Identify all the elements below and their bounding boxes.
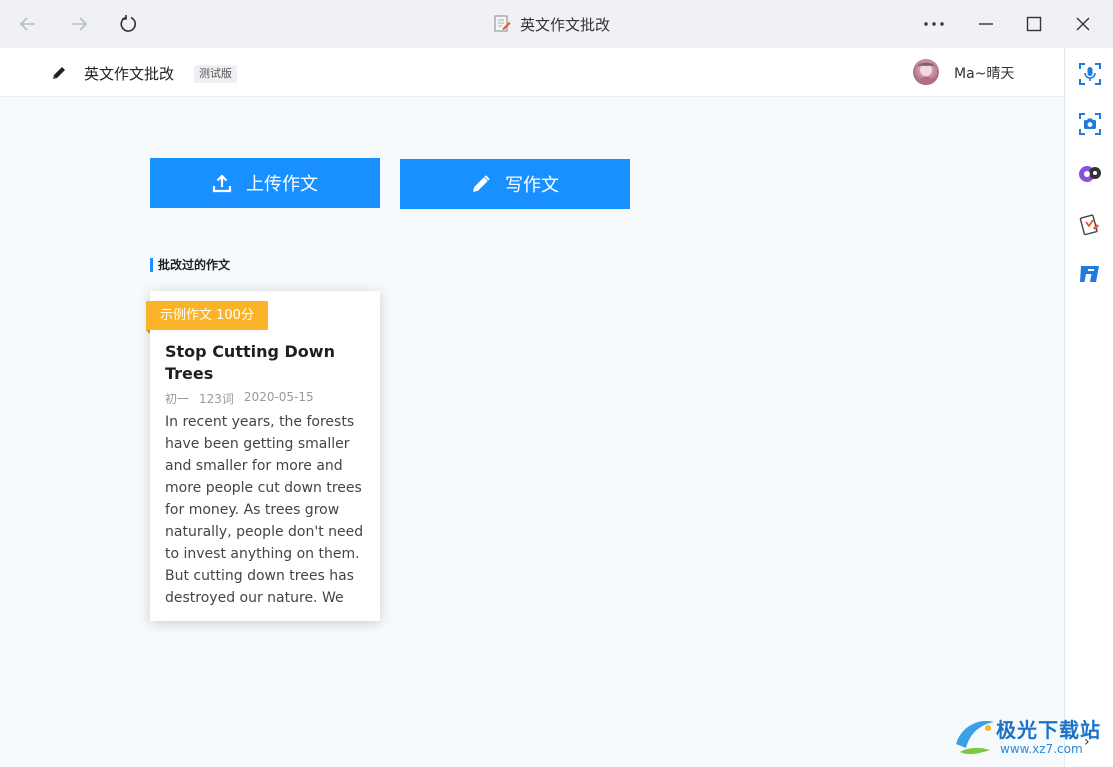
app-logo-icon bbox=[1080, 266, 1099, 282]
username[interactable]: Ma~晴天 bbox=[954, 63, 1014, 83]
watermark-title: 极光下载站 bbox=[996, 718, 1101, 742]
pencil-icon bbox=[53, 67, 65, 79]
window-title-text: 英文作文批改 bbox=[520, 15, 611, 34]
avatar-image bbox=[916, 62, 936, 85]
essay-excerpt: In recent years, the forests have been g… bbox=[165, 414, 364, 606]
close-button[interactable] bbox=[1069, 10, 1097, 38]
upload-essay-label: 上传作文 bbox=[246, 174, 318, 195]
essay-card-icon bbox=[1079, 214, 1099, 236]
close-icon bbox=[1076, 17, 1090, 31]
upload-essay-button[interactable]: 上传作文 bbox=[150, 158, 380, 208]
maximize-button[interactable] bbox=[1020, 10, 1048, 38]
voice-scan-icon bbox=[1079, 63, 1101, 85]
beta-badge: 测试版 bbox=[194, 65, 237, 83]
sidebar-item-voice[interactable] bbox=[1077, 61, 1103, 87]
app-header: 英文作文批改 测试版 Ma~晴天 bbox=[0, 48, 1064, 97]
write-essay-button[interactable]: 写作文 bbox=[400, 159, 630, 209]
watermark: 极光下载站 www.xz7.com bbox=[952, 712, 1112, 764]
essay-grade: 初一 bbox=[165, 392, 190, 406]
sample-essay-tag: 示例作文 100分 bbox=[146, 301, 268, 334]
document-icon bbox=[494, 15, 511, 32]
watermark-url: www.xz7.com bbox=[1000, 742, 1083, 756]
minimize-button[interactable] bbox=[972, 10, 1000, 38]
right-sidebar: › bbox=[1064, 48, 1113, 767]
section-title: 批改过的作文 bbox=[150, 258, 230, 272]
reload-button[interactable] bbox=[112, 8, 144, 40]
title-bar: 英文作文批改 bbox=[0, 0, 1113, 48]
maximize-icon bbox=[1026, 16, 1042, 32]
upload-icon bbox=[212, 174, 232, 193]
write-essay-label: 写作文 bbox=[505, 175, 559, 196]
essay-word-count: 123词 bbox=[199, 392, 234, 406]
essay-title: Stop Cutting Down Trees bbox=[165, 342, 335, 383]
sidebar-item-assistant[interactable] bbox=[1077, 161, 1103, 187]
sidebar-item-essay[interactable] bbox=[1077, 211, 1103, 237]
back-button[interactable] bbox=[12, 8, 44, 40]
essay-date: 2020-05-15 bbox=[243, 390, 314, 404]
arrow-right-icon bbox=[72, 17, 88, 31]
more-dots-icon bbox=[924, 22, 944, 26]
forward-button[interactable] bbox=[63, 8, 95, 40]
minimize-icon bbox=[979, 23, 993, 25]
window-title: 英文作文批改 bbox=[492, 12, 610, 36]
arrow-left-icon bbox=[19, 17, 35, 31]
avatar[interactable] bbox=[913, 59, 939, 85]
more-button[interactable] bbox=[920, 10, 948, 38]
essay-meta: 初一 123词 2020-05-15 bbox=[165, 390, 314, 407]
app-title: 英文作文批改 bbox=[84, 65, 175, 83]
watermark-logo bbox=[956, 720, 994, 755]
main-content: 上传作文 写作文 批改过的作文 示例作文 100分 Stop Cutting D… bbox=[0, 97, 1064, 767]
pencil-icon bbox=[473, 175, 490, 192]
camera-scan-icon bbox=[1079, 113, 1101, 135]
assistant-icon bbox=[1079, 166, 1101, 182]
reload-icon bbox=[120, 15, 137, 32]
sidebar-item-app[interactable] bbox=[1077, 261, 1103, 287]
sidebar-item-camera[interactable] bbox=[1077, 111, 1103, 137]
essay-card[interactable]: 示例作文 100分 Stop Cutting Down Trees 初一 123… bbox=[146, 291, 380, 621]
